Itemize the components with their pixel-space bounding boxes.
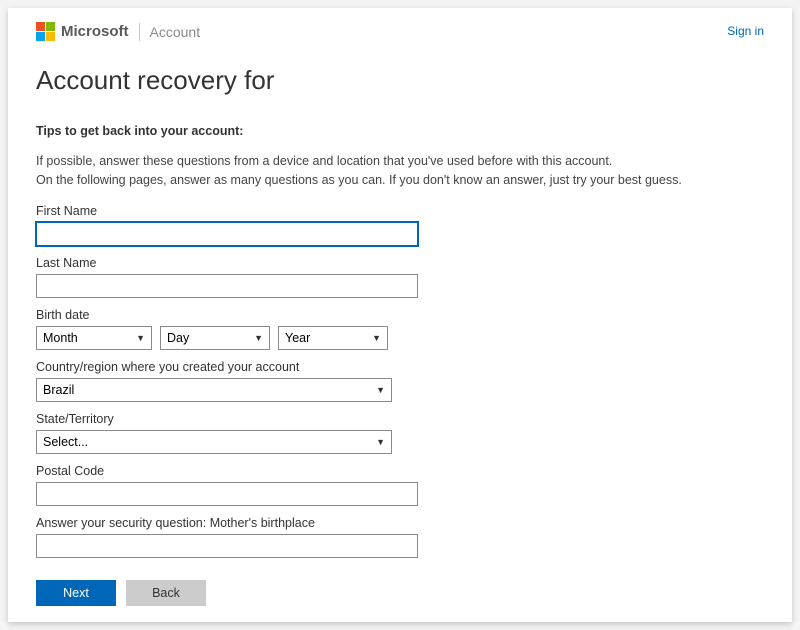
label-last-name: Last Name <box>36 256 764 270</box>
account-recovery-page: Microsoft Account Sign in Account recove… <box>8 8 792 622</box>
signin-link[interactable]: Sign in <box>727 24 764 38</box>
next-button[interactable]: Next <box>36 580 116 606</box>
chevron-down-icon: ▼ <box>376 385 385 395</box>
label-first-name: First Name <box>36 204 764 218</box>
postal-code-input[interactable] <box>36 482 418 506</box>
month-select-value: Month <box>43 331 78 345</box>
country-select-value: Brazil <box>43 383 74 397</box>
label-birth-date: Birth date <box>36 308 764 322</box>
first-name-input[interactable] <box>36 222 418 246</box>
month-select[interactable]: Month ▼ <box>36 326 152 350</box>
chevron-down-icon: ▼ <box>136 333 145 343</box>
product-text: Account <box>150 24 201 40</box>
year-select-value: Year <box>285 331 310 345</box>
chevron-down-icon: ▼ <box>372 333 381 343</box>
day-select-value: Day <box>167 331 189 345</box>
label-security: Answer your security question: Mother's … <box>36 516 764 530</box>
state-select-value: Select... <box>43 435 88 449</box>
header: Microsoft Account Sign in <box>36 8 764 51</box>
header-divider <box>139 23 140 41</box>
security-answer-input[interactable] <box>36 534 418 558</box>
tips-line-1: If possible, answer these questions from… <box>36 154 612 168</box>
country-select[interactable]: Brazil ▼ <box>36 378 392 402</box>
day-select[interactable]: Day ▼ <box>160 326 270 350</box>
label-postal: Postal Code <box>36 464 764 478</box>
chevron-down-icon: ▼ <box>376 437 385 447</box>
state-select[interactable]: Select... ▼ <box>36 430 392 454</box>
tips-heading: Tips to get back into your account: <box>36 124 764 138</box>
tips-body: If possible, answer these questions from… <box>36 152 764 190</box>
year-select[interactable]: Year ▼ <box>278 326 388 350</box>
back-button[interactable]: Back <box>126 580 206 606</box>
chevron-down-icon: ▼ <box>254 333 263 343</box>
label-state: State/Territory <box>36 412 764 426</box>
label-country: Country/region where you created your ac… <box>36 360 764 374</box>
page-title: Account recovery for <box>36 65 764 96</box>
birth-date-row: Month ▼ Day ▼ Year ▼ <box>36 326 764 350</box>
tips-line-2: On the following pages, answer as many q… <box>36 173 682 187</box>
last-name-input[interactable] <box>36 274 418 298</box>
button-bar: Next Back <box>36 580 764 606</box>
brand-text: Microsoft <box>61 23 129 40</box>
microsoft-logo-icon <box>36 22 55 41</box>
